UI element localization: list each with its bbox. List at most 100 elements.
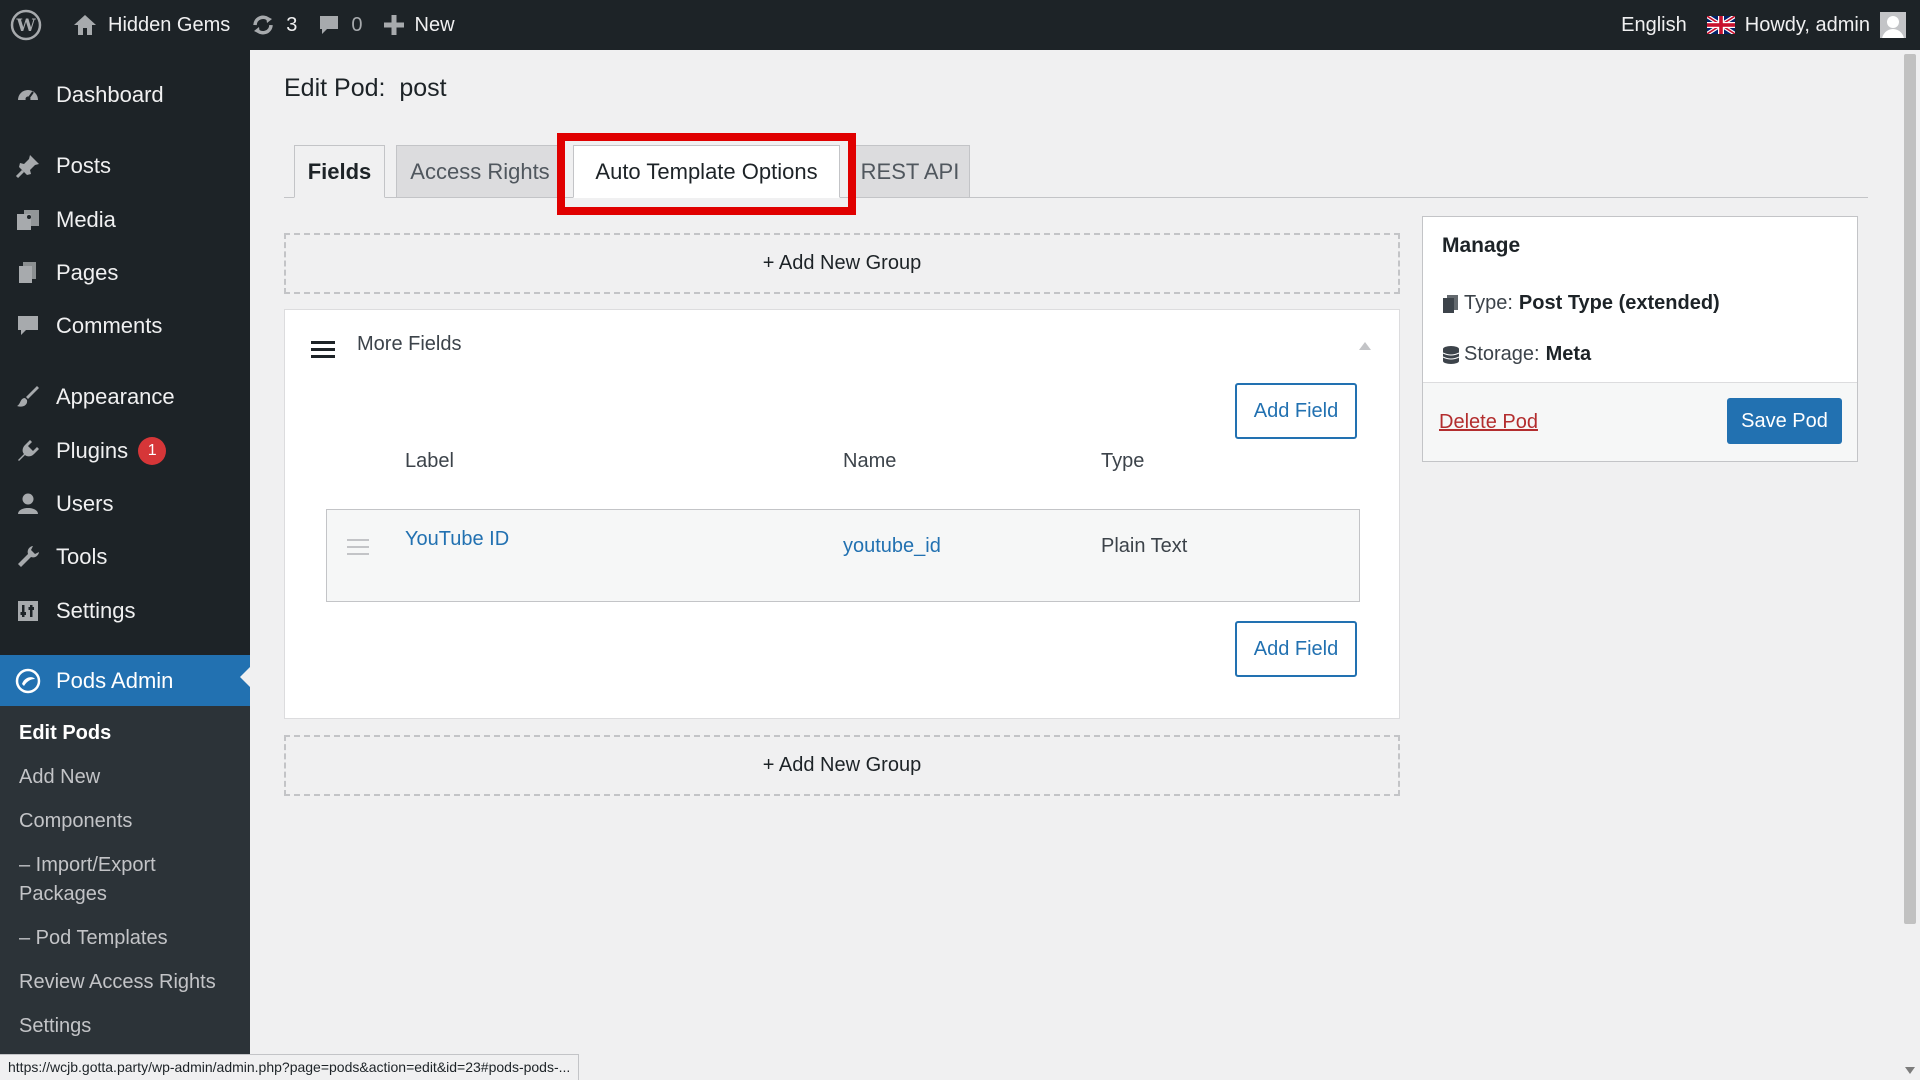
media-icon — [0, 207, 56, 233]
site-name: Hidden Gems — [108, 13, 231, 36]
scrollbar-thumb[interactable] — [1904, 54, 1916, 924]
field-name-link[interactable]: youtube_id — [843, 535, 941, 558]
plugin-update-badge: 1 — [138, 437, 167, 465]
avatar[interactable] — [1880, 12, 1906, 38]
submenu-import-export[interactable]: – Import/Export Packages — [19, 851, 239, 909]
sidebar-item-settings[interactable]: Settings — [0, 589, 250, 633]
tab-rest-api[interactable]: REST API — [850, 145, 970, 198]
sidebar-item-label: Dashboard — [56, 82, 164, 107]
sidebar-item-label: Settings — [56, 598, 136, 623]
sidebar-item-pods-admin[interactable]: Pods Admin — [0, 655, 250, 706]
comment-icon — [0, 313, 56, 339]
type-label: Type: — [1464, 292, 1513, 314]
tab-access-rights[interactable]: Access Rights — [396, 145, 564, 198]
wordpress-logo[interactable]: W — [0, 0, 62, 50]
home-icon — [74, 15, 96, 35]
tab-fields[interactable]: Fields — [294, 145, 385, 198]
svg-text:W: W — [15, 16, 36, 36]
site-name-link[interactable]: Hidden Gems — [62, 0, 240, 50]
collapse-arrow-icon[interactable] — [1359, 342, 1371, 350]
sidebar-item-pages[interactable]: Pages — [0, 251, 250, 295]
submenu-edit-pods[interactable]: Edit Pods — [19, 719, 239, 748]
sidebar-item-posts[interactable]: Posts — [0, 144, 250, 188]
language-switcher[interactable]: English — [1621, 14, 1687, 37]
sidebar-item-label: Users — [56, 491, 114, 516]
updates-link[interactable]: 3 — [240, 0, 307, 50]
sidebar-item-label: Pages — [56, 260, 119, 285]
page-scrollbar[interactable] — [1900, 50, 1920, 1080]
plugin-icon — [0, 438, 56, 464]
field-group-panel: More Fields Add Field Label Name Type Yo… — [284, 309, 1400, 719]
sidebar-item-label: Tools — [56, 544, 108, 569]
delete-pod-link[interactable]: Delete Pod — [1439, 411, 1538, 434]
database-icon — [1442, 345, 1460, 364]
drag-handle-icon[interactable] — [347, 539, 369, 560]
brush-icon — [0, 384, 56, 410]
manage-panel: Manage Type: Post Type (extended) Storag… — [1422, 216, 1858, 462]
sidebar-item-dashboard[interactable]: Dashboard — [0, 73, 250, 117]
comment-icon — [320, 16, 339, 34]
highlight-annotation — [557, 133, 856, 215]
new-label: New — [414, 13, 455, 36]
admin-bar: W Hidden Gems 3 0 New English Howdy, adm… — [0, 0, 1920, 50]
updates-count: 3 — [286, 13, 298, 36]
user-greeting[interactable]: Howdy, admin — [1745, 14, 1870, 37]
column-header-label: Label — [405, 450, 454, 472]
pods-icon — [0, 668, 56, 694]
sidebar-item-label: Appearance — [56, 384, 175, 409]
plus-icon — [383, 15, 404, 35]
page-title: Edit Pod: post — [284, 74, 447, 102]
group-drag-menu-icon[interactable] — [311, 341, 335, 359]
sidebar-item-label: Comments — [56, 313, 163, 338]
new-content-link[interactable]: New — [373, 0, 465, 50]
link-status-url: https://wcjb.gotta.party/wp-admin/admin.… — [0, 1054, 580, 1080]
add-new-group-button-top[interactable]: + Add New Group — [284, 233, 1400, 294]
settings-icon — [0, 598, 56, 624]
document-icon — [1443, 294, 1458, 313]
storage-value: Meta — [1545, 343, 1592, 365]
pages-icon — [0, 260, 56, 286]
sidebar-item-label: Plugins — [56, 438, 129, 463]
dashboard-icon — [0, 82, 56, 108]
pod-storage-line: Storage: Meta — [1442, 343, 1591, 366]
sidebar-item-label: Media — [56, 207, 116, 232]
main-content: Edit Pod: post Fields Access Rights Auto… — [250, 50, 1900, 1080]
type-value: Post Type (extended) — [1518, 292, 1720, 314]
wrench-icon — [0, 544, 56, 570]
sidebar-item-media[interactable]: Media — [0, 198, 250, 242]
sidebar-item-comments[interactable]: Comments — [0, 304, 250, 348]
sidebar-item-appearance[interactable]: Appearance — [0, 375, 250, 419]
field-type-value: Plain Text — [1101, 535, 1188, 557]
submenu-settings[interactable]: Settings — [19, 1012, 239, 1041]
manage-title: Manage — [1442, 234, 1521, 257]
pod-type-line: Type: Post Type (extended) — [1442, 292, 1720, 315]
sidebar-item-label: Pods Admin — [56, 667, 174, 693]
save-pod-button[interactable]: Save Pod — [1727, 398, 1842, 444]
table-row: YouTube ID youtube_id Plain Text — [326, 509, 1360, 602]
add-new-group-button-bottom[interactable]: + Add New Group — [284, 735, 1400, 796]
sidebar-item-users[interactable]: Users — [0, 482, 250, 526]
scroll-down-arrow-icon[interactable] — [1905, 1067, 1915, 1074]
group-name: More Fields — [357, 333, 462, 355]
pin-icon — [0, 153, 56, 179]
add-field-button-top[interactable]: Add Field — [1235, 383, 1357, 439]
sidebar-item-plugins[interactable]: Plugins 1 — [0, 429, 250, 473]
pods-submenu: Edit Pods Add New Components – Import/Ex… — [0, 706, 250, 1080]
uk-flag-icon — [1706, 16, 1735, 34]
add-field-button-bottom[interactable]: Add Field — [1235, 621, 1357, 677]
submenu-pod-templates[interactable]: – Pod Templates — [19, 924, 239, 953]
field-label-link[interactable]: YouTube ID — [405, 528, 509, 551]
comments-count: 0 — [351, 13, 363, 36]
admin-sidebar: Dashboard Posts Media Pages Comments App… — [0, 50, 250, 1080]
comments-link[interactable]: 0 — [307, 0, 372, 50]
column-header-name: Name — [843, 450, 897, 472]
storage-label: Storage: — [1464, 343, 1540, 365]
sidebar-item-tools[interactable]: Tools — [0, 535, 250, 579]
sidebar-item-label: Posts — [56, 153, 112, 178]
column-header-type: Type — [1101, 450, 1145, 472]
submenu-add-new[interactable]: Add New — [19, 763, 239, 792]
manage-footer: Delete Pod Save Pod — [1423, 382, 1857, 461]
submenu-components[interactable]: Components — [19, 807, 239, 836]
user-icon — [0, 491, 56, 517]
submenu-review-access-rights[interactable]: Review Access Rights — [19, 968, 239, 997]
